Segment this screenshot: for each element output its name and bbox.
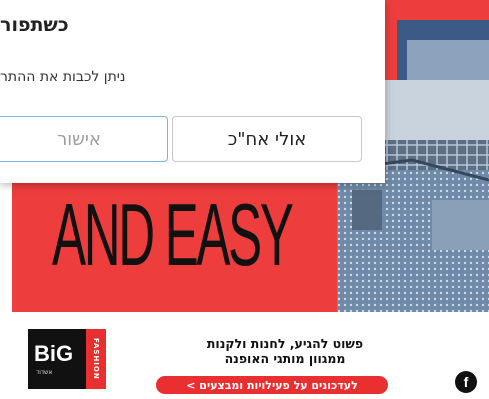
ad-tagline-line2: ממגוון מותגי האופנה xyxy=(224,351,346,366)
ad-cta-button[interactable]: לעדכונים על פעילויות ומבצעים > xyxy=(156,376,388,394)
brand-fashion-label: FASHION xyxy=(86,329,106,389)
brand-name: BiG xyxy=(34,341,74,366)
facebook-icon[interactable]: f xyxy=(455,371,477,393)
ad-tagline: פשוט להגיע, לחנות ולקנות ממגוון מותגי הא… xyxy=(170,336,400,366)
maybe-later-button[interactable]: אולי אח"כ xyxy=(172,116,362,162)
big-fashion-logo[interactable]: BiG אשדוד FASHION xyxy=(28,329,106,389)
dialog-title: כשתפור xyxy=(0,14,69,36)
dialog-body-text: ניתן לכבות את ההתר xyxy=(0,69,126,85)
ad-tagline-line1: פשוט להגיע, לחנות ולקנות xyxy=(206,336,364,351)
brand-small-text: אשדוד xyxy=(36,369,53,376)
ad-headline: AND EASY xyxy=(52,185,294,284)
notification-prompt-dialog: כשתפור ניתן לכבות את ההתר אולי אח"כ אישו… xyxy=(0,0,385,183)
approve-button[interactable]: אישור xyxy=(0,116,168,162)
